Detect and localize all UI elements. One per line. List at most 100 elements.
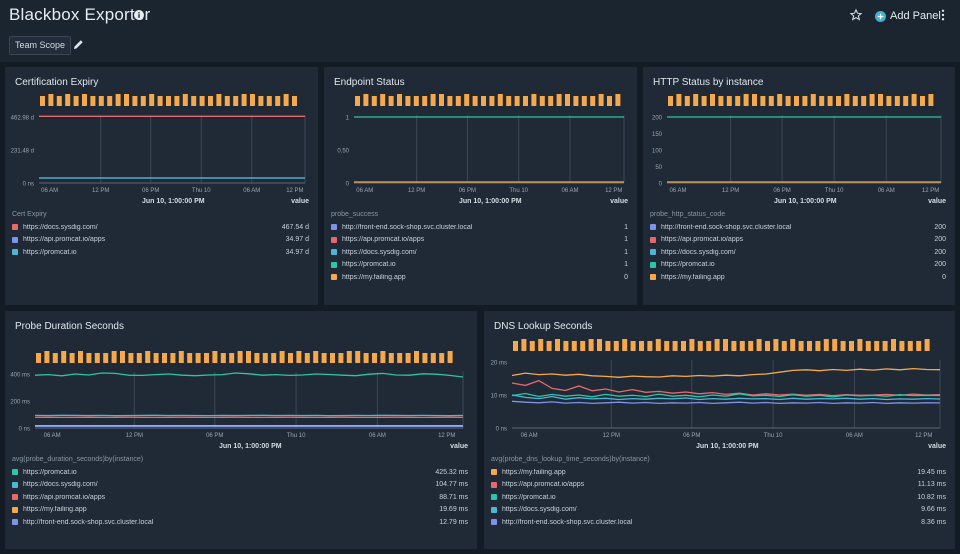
x-tick-label: 12 PM bbox=[286, 188, 303, 194]
event-bar bbox=[36, 353, 41, 363]
event-bar bbox=[204, 353, 209, 363]
legend-row[interactable]: https://promcat.io 1 bbox=[331, 259, 628, 271]
legend-label: http://front-end.sock-shop.svc.cluster.l… bbox=[23, 518, 154, 526]
legend-row[interactable]: http://front-end.sock-shop.svc.cluster.l… bbox=[491, 516, 946, 528]
event-bar bbox=[911, 94, 917, 106]
event-bar bbox=[878, 94, 883, 106]
event-bar bbox=[765, 341, 770, 351]
panel-title: Certification Expiry bbox=[15, 77, 99, 88]
event-bar bbox=[262, 353, 268, 363]
event-bar bbox=[65, 94, 71, 106]
legend-row[interactable]: https://docs.sysdig.com/467.54 d bbox=[12, 221, 309, 233]
event-bar bbox=[292, 96, 297, 106]
legend-swatch bbox=[12, 494, 18, 501]
event-bar bbox=[748, 341, 754, 351]
event-bar bbox=[832, 339, 838, 351]
legend-row[interactable]: https://api.promcat.io/apps 200 bbox=[650, 234, 946, 246]
legend-row[interactable]: https://docs.sysdig.com/1 bbox=[331, 246, 628, 258]
more-menu-icon[interactable] bbox=[939, 9, 947, 21]
event-bar bbox=[523, 96, 528, 106]
legend-swatch bbox=[331, 236, 337, 243]
legend-row[interactable]: https://docs.sysdig.com/104.77 ms bbox=[12, 479, 468, 491]
legend-label: https://docs.sysdig.com/ bbox=[661, 248, 736, 256]
legend-swatch bbox=[12, 224, 18, 230]
legend-row[interactable]: https://my.failing.app 19.69 ms bbox=[12, 504, 468, 516]
legend-swatch bbox=[12, 469, 18, 475]
event-bar bbox=[573, 96, 579, 106]
legend-row[interactable]: https://docs.sysdig.com/200 bbox=[650, 246, 946, 258]
legend-row[interactable]: https://api.promcat.io/apps 1 bbox=[331, 234, 628, 246]
legend-row[interactable]: https://api.promcat.io/apps 11.13 ms bbox=[491, 479, 946, 491]
star-icon[interactable] bbox=[850, 9, 862, 21]
y-tick-label: 200 ms bbox=[10, 400, 30, 406]
legend-value: 1 bbox=[624, 223, 628, 231]
event-bar bbox=[807, 341, 812, 351]
event-bar bbox=[182, 94, 188, 106]
y-tick-label: 150 bbox=[652, 132, 663, 138]
x-tick-label: 06 AM bbox=[561, 188, 578, 194]
event-bar bbox=[836, 96, 841, 106]
legend-value: 425.32 ms bbox=[435, 468, 468, 476]
legend-value: 12.79 ms bbox=[439, 518, 468, 526]
legend-row[interactable]: https://my.failing.app 0 bbox=[650, 271, 946, 283]
team-scope-button[interactable]: Team Scope bbox=[9, 36, 72, 55]
event-bar bbox=[739, 341, 745, 351]
event-bar bbox=[388, 96, 394, 106]
legend-swatch bbox=[491, 506, 497, 513]
legend-row[interactable]: http://front-end.sock-shop.svc.cluster.l… bbox=[650, 221, 946, 233]
legend-row[interactable]: https://my.failing.app 19.45 ms bbox=[491, 466, 946, 478]
legend-swatch bbox=[12, 519, 18, 526]
event-bar bbox=[44, 351, 50, 363]
chart: 1 0.50 0 06 AM 12 PM 06 PM Thu 10 06 AM 12 PM bbox=[337, 94, 625, 194]
legend-swatch bbox=[331, 274, 337, 281]
event-bar bbox=[124, 94, 129, 106]
legend-value: 8.36 ms bbox=[921, 518, 946, 526]
legend-row[interactable]: https://api.promcat.io/apps 34.97 d bbox=[12, 234, 309, 246]
add-panel-button[interactable]: Add Panel bbox=[875, 9, 941, 23]
legend-row[interactable]: https://api.promcat.io/apps 88.71 ms bbox=[12, 491, 468, 503]
legend-swatch bbox=[491, 494, 497, 501]
legend-swatch bbox=[491, 481, 497, 488]
event-bar bbox=[304, 353, 310, 363]
event-bar bbox=[849, 341, 854, 351]
event-bar bbox=[531, 94, 537, 106]
legend-swatch bbox=[12, 249, 18, 256]
legend-label: https://docs.sysdig.com/ bbox=[23, 481, 98, 489]
y-tick-label: 400 ms bbox=[10, 373, 30, 379]
info-icon[interactable] bbox=[134, 10, 144, 20]
event-bar bbox=[52, 353, 58, 363]
y-tick-label: 0 ns bbox=[23, 182, 34, 188]
legend-row[interactable]: https://promcat.io 200 bbox=[650, 259, 946, 271]
event-bar bbox=[275, 96, 281, 106]
legend-swatch bbox=[12, 506, 18, 513]
event-bar bbox=[145, 351, 151, 363]
panel-certification-expiry: Certification Expiry 462.98 d 231.48 d 0 ns… bbox=[5, 67, 318, 305]
event-bar bbox=[338, 353, 344, 363]
event-bar bbox=[802, 96, 808, 106]
legend-row[interactable]: http://front-end.sock-shop.svc.cluster.l… bbox=[331, 221, 628, 233]
pencil-icon[interactable] bbox=[73, 39, 84, 50]
legend-row[interactable]: https://promcat.io 425.32 ms bbox=[12, 466, 468, 478]
legend-label: https://my.failing.app bbox=[23, 506, 87, 514]
event-bar bbox=[422, 96, 428, 106]
legend-label: https://docs.sysdig.com/ bbox=[502, 506, 577, 514]
chart-timestamp: Jun 10, 1:00:00 PM bbox=[219, 443, 282, 450]
event-bar bbox=[266, 96, 272, 106]
legend-row[interactable]: https://my.failing.app 0 bbox=[331, 271, 628, 283]
value-column-header: value bbox=[291, 198, 309, 205]
event-bar bbox=[581, 96, 587, 106]
event-bar bbox=[622, 339, 628, 351]
add-panel-label: Add Panel bbox=[890, 10, 941, 22]
event-bar bbox=[380, 351, 386, 363]
legend-row[interactable]: https://promcat.io 10.82 ms bbox=[491, 491, 946, 503]
event-bar bbox=[840, 341, 846, 351]
event-bar bbox=[447, 96, 453, 106]
event-bar bbox=[94, 353, 100, 363]
event-bar bbox=[743, 94, 749, 106]
panel-title: HTTP Status by instance bbox=[653, 77, 764, 88]
legend-row[interactable]: https://promcat.io 34.97 d bbox=[12, 246, 309, 258]
legend-row[interactable]: http://front-end.sock-shop.svc.cluster.l… bbox=[12, 516, 468, 528]
legend-row[interactable]: https://docs.sysdig.com/9.66 ms bbox=[491, 504, 946, 516]
x-tick-label: 06 PM bbox=[206, 433, 223, 439]
event-bar bbox=[48, 94, 54, 106]
